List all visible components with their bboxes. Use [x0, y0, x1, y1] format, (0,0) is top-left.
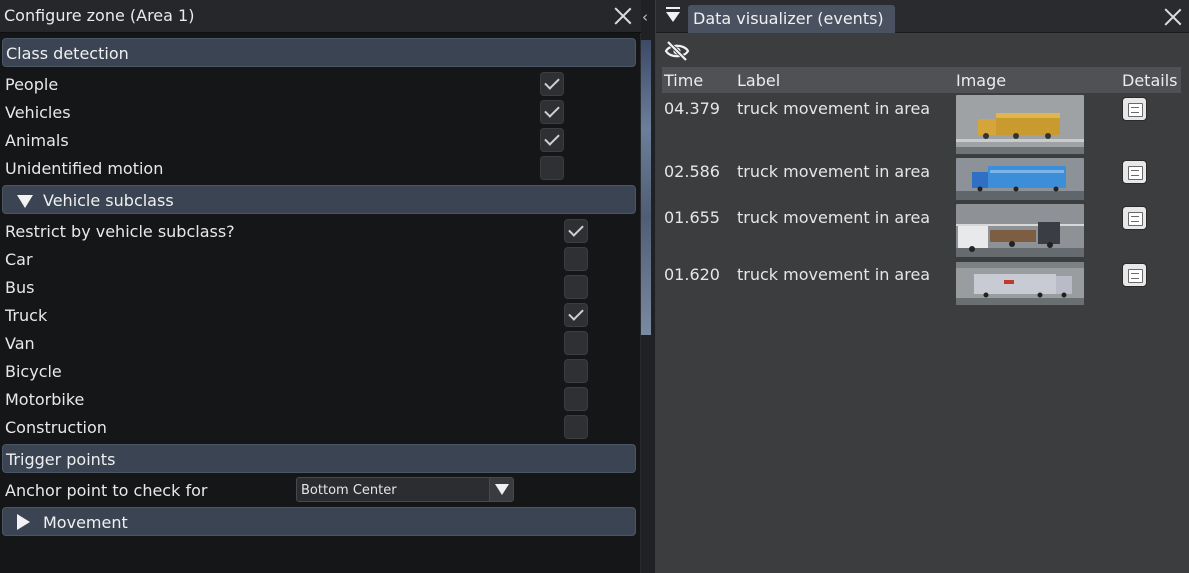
document-icon[interactable] — [1122, 97, 1147, 121]
bus-checkbox[interactable] — [564, 275, 588, 299]
subclass-item-label: Bus — [5, 278, 35, 297]
subclass-item-van: Van — [5, 331, 635, 359]
column-image[interactable]: Image — [956, 71, 1006, 90]
eye-off-icon[interactable] — [664, 40, 690, 62]
subclass-item-construction: Construction — [5, 415, 635, 443]
event-thumbnail[interactable] — [956, 204, 1084, 257]
chevron-down-icon[interactable] — [489, 478, 513, 501]
event-thumbnail[interactable] — [956, 95, 1084, 154]
anchor-point-label: Anchor point to check for — [5, 481, 208, 500]
vehicle-subclass-label: Vehicle subclass — [43, 191, 174, 210]
trigger-points-label: Trigger points — [6, 450, 116, 469]
row-label: truck movement in area — [737, 265, 931, 284]
close-icon[interactable] — [614, 7, 632, 25]
subclass-item-label: Truck — [5, 306, 48, 325]
row-time: 04.379 — [664, 99, 720, 118]
class-item-people: People — [5, 72, 635, 100]
camera-preview-edge — [641, 40, 651, 335]
class-detection-header[interactable]: Class detection — [2, 38, 636, 67]
subclass-item-car: Car — [5, 247, 635, 275]
movement-label: Movement — [43, 513, 128, 532]
subclass-item-restrict: Restrict by vehicle subclass? — [5, 219, 635, 247]
class-item-vehicles: Vehicles — [5, 100, 635, 128]
row-time: 02.586 — [664, 162, 720, 181]
document-icon[interactable] — [1122, 263, 1147, 287]
data-visualizer-tabbar: Data visualizer (events) — [656, 0, 1189, 33]
row-time: 01.655 — [664, 208, 720, 227]
class-item-label: People — [5, 75, 59, 94]
subclass-item-bus: Bus — [5, 275, 635, 303]
event-thumbnail[interactable] — [956, 158, 1084, 200]
tab-data-visualizer[interactable]: Data visualizer (events) — [688, 5, 895, 33]
close-icon[interactable] — [1164, 8, 1182, 26]
configure-zone-panel: Configure zone (Area 1) Class detection … — [0, 0, 641, 573]
column-details[interactable]: Details — [1122, 71, 1177, 90]
anchor-point-row: Anchor point to check for — [5, 478, 295, 506]
triangle-right-icon — [17, 514, 30, 530]
subclass-item-motorbike: Motorbike — [5, 387, 635, 415]
tab-title: Data visualizer (events) — [693, 9, 884, 28]
bicycle-checkbox[interactable] — [564, 359, 588, 383]
class-item-unidentified-motion: Unidentified motion — [5, 156, 635, 184]
column-time[interactable]: Time — [664, 71, 703, 90]
construction-checkbox[interactable] — [564, 415, 588, 439]
chevron-left-icon[interactable]: ‹ — [642, 8, 648, 26]
data-visualizer-panel: Data visualizer (events) Time Label Imag… — [656, 0, 1189, 573]
row-label: truck movement in area — [737, 99, 931, 118]
subclass-item-label: Construction — [5, 418, 107, 437]
subclass-item-label: Car — [5, 250, 33, 269]
preview-strip: ‹ — [641, 0, 655, 573]
subclass-item-label: Bicycle — [5, 362, 62, 381]
subclass-item-truck: Truck — [5, 303, 635, 331]
event-thumbnail[interactable] — [956, 262, 1084, 305]
restrict-subclass-checkbox[interactable] — [564, 219, 588, 243]
configure-zone-titlebar: Configure zone (Area 1) — [0, 0, 641, 33]
subclass-item-bicycle: Bicycle — [5, 359, 635, 387]
anchor-point-value: Bottom Center — [301, 483, 397, 498]
van-checkbox[interactable] — [564, 331, 588, 355]
vehicles-checkbox[interactable] — [540, 100, 564, 124]
unidentified-motion-checkbox[interactable] — [540, 156, 564, 180]
subclass-item-label: Motorbike — [5, 390, 85, 409]
motorbike-checkbox[interactable] — [564, 387, 588, 411]
class-item-label: Animals — [5, 131, 69, 150]
anchor-point-select[interactable]: Bottom Center — [296, 477, 514, 502]
trigger-points-header[interactable]: Trigger points — [2, 444, 636, 473]
row-label: truck movement in area — [737, 162, 931, 181]
triangle-down-icon — [17, 195, 33, 208]
vehicle-subclass-header[interactable]: Vehicle subclass — [2, 185, 636, 214]
class-detection-label: Class detection — [6, 44, 129, 63]
class-item-label: Unidentified motion — [5, 159, 164, 178]
people-checkbox[interactable] — [540, 72, 564, 96]
class-item-animals: Animals — [5, 128, 635, 156]
events-table-header: Time Label Image Details — [662, 67, 1181, 93]
car-checkbox[interactable] — [564, 247, 588, 271]
subclass-item-label: Van — [5, 334, 35, 353]
document-icon[interactable] — [1122, 206, 1147, 230]
class-item-label: Vehicles — [5, 103, 71, 122]
movement-header[interactable]: Movement — [2, 507, 636, 536]
app-root: Configure zone (Area 1) Class detection … — [0, 0, 1189, 573]
row-label: truck movement in area — [737, 208, 931, 227]
menu-icon[interactable] — [666, 7, 680, 22]
subclass-item-label: Restrict by vehicle subclass? — [5, 222, 235, 241]
document-icon[interactable] — [1122, 160, 1147, 184]
row-time: 01.620 — [664, 265, 720, 284]
animals-checkbox[interactable] — [540, 128, 564, 152]
truck-checkbox[interactable] — [564, 303, 588, 327]
column-label[interactable]: Label — [737, 71, 780, 90]
configure-zone-title: Configure zone (Area 1) — [4, 6, 195, 25]
